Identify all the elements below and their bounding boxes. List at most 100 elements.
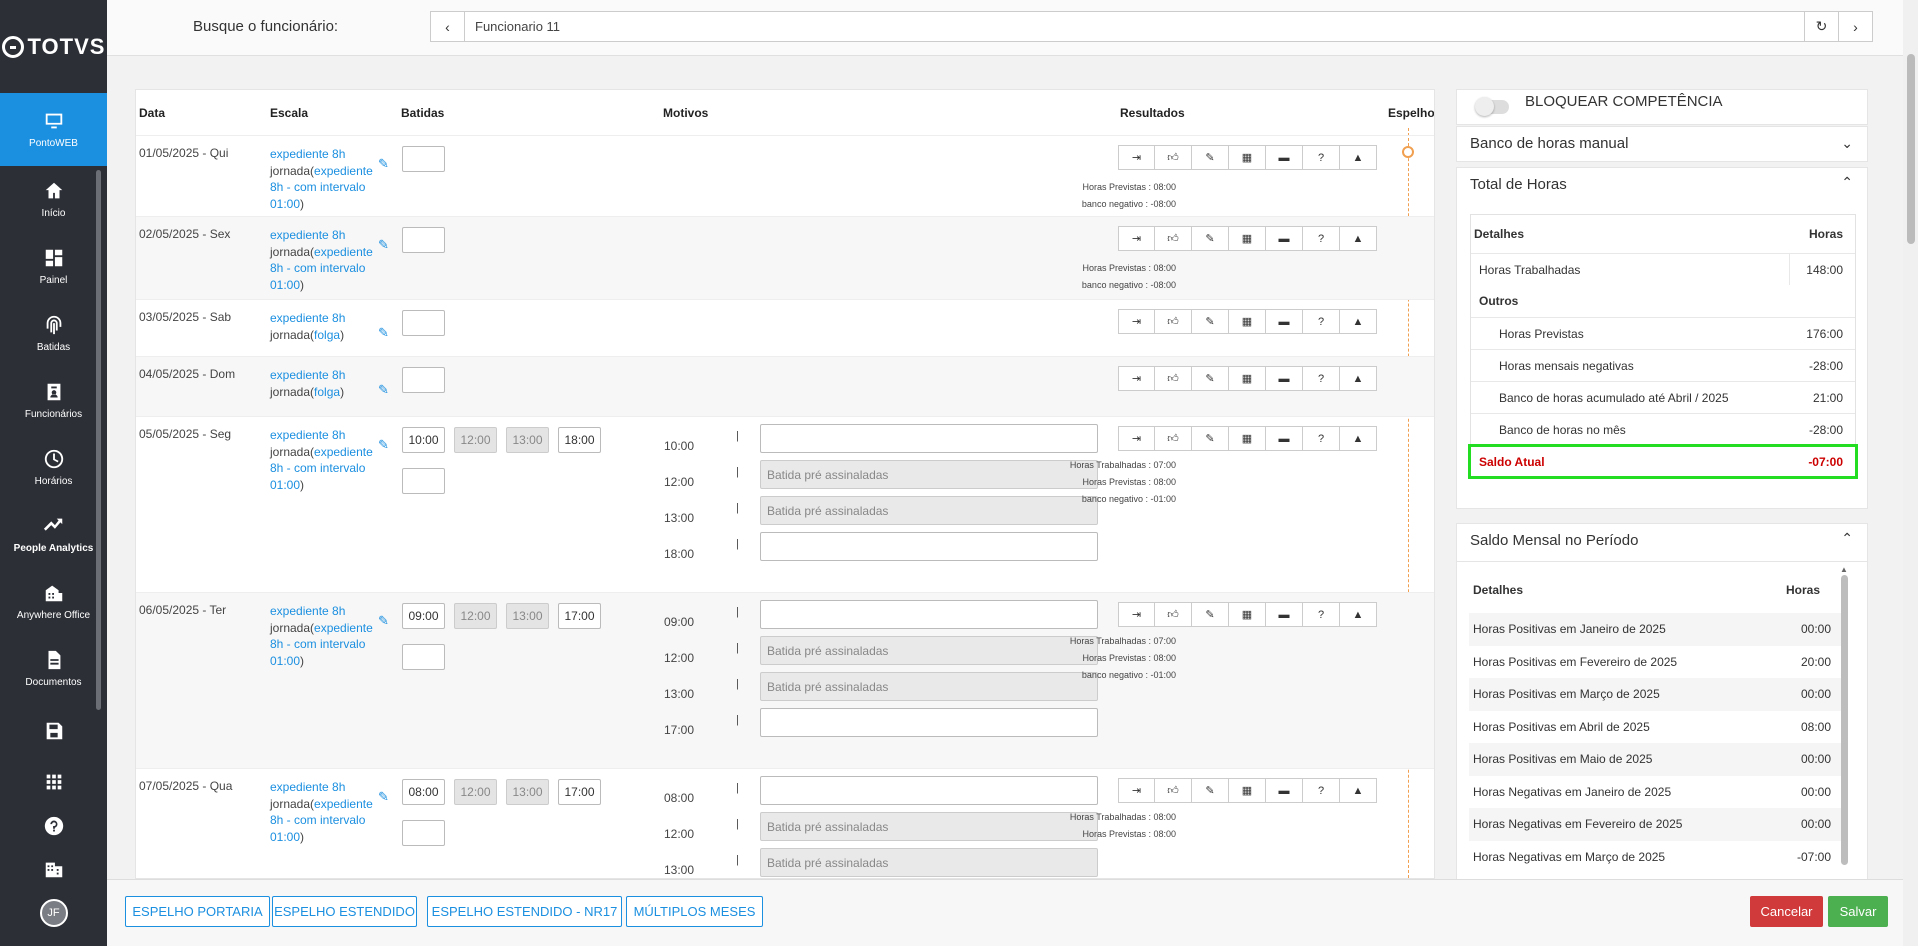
help-button[interactable] xyxy=(0,815,107,837)
bell-icon[interactable]: ▲ xyxy=(1340,145,1377,170)
escala-link[interactable]: expediente 8h xyxy=(270,604,345,618)
calendar-icon[interactable]: ▦ xyxy=(1229,778,1266,803)
edit-escala-icon[interactable]: ✎ xyxy=(378,382,389,398)
help-icon[interactable]: ? xyxy=(1303,602,1340,627)
batida-new-input[interactable] xyxy=(402,468,445,494)
escala-link[interactable]: expediente 8h xyxy=(270,368,345,382)
thumbs-up-icon[interactable]: 👍︎ xyxy=(1155,426,1192,451)
scroll-up-icon[interactable]: ▲ xyxy=(1840,565,1848,574)
bell-icon[interactable]: ▲ xyxy=(1340,309,1377,334)
sidebar-item-documentos[interactable]: Documentos xyxy=(0,635,107,702)
jornada-link-detail[interactable]: 8h - com intervalo 01:00 xyxy=(270,813,365,844)
help-icon[interactable]: ? xyxy=(1303,145,1340,170)
apps-button[interactable] xyxy=(0,771,107,793)
sidebar-item-horarios[interactable]: Horários xyxy=(0,434,107,501)
thumbs-up-icon[interactable]: 👍︎ xyxy=(1155,366,1192,391)
pencil-icon[interactable]: ✎ xyxy=(1192,778,1229,803)
espelho-nr17-button[interactable]: ESPELHO ESTENDIDO - NR17 xyxy=(427,896,622,927)
chevron-up-icon[interactable]: ⌃ xyxy=(1841,174,1853,191)
banco-manual-card[interactable]: Banco de horas manual ⌄ xyxy=(1456,126,1868,162)
page-scrollbar-thumb[interactable] xyxy=(1907,54,1915,244)
multiplos-meses-button[interactable]: MÚLTIPLOS MESES xyxy=(626,896,763,927)
pencil-icon[interactable]: ✎ xyxy=(1192,426,1229,451)
user-menu[interactable]: JF xyxy=(0,899,107,927)
motivo-input[interactable] xyxy=(760,424,1098,453)
chevron-up-icon[interactable]: ⌃ xyxy=(1841,530,1853,547)
pencil-icon[interactable]: ✎ xyxy=(1192,366,1229,391)
pencil-icon[interactable]: ✎ xyxy=(1192,145,1229,170)
jornada-link[interactable]: expediente xyxy=(314,797,373,811)
help-icon[interactable]: ? xyxy=(1303,426,1340,451)
door-icon[interactable]: ⇥ xyxy=(1118,145,1155,170)
edit-escala-icon[interactable]: ✎ xyxy=(378,325,389,341)
escala-link[interactable]: expediente 8h xyxy=(270,780,345,794)
batida-new-input[interactable] xyxy=(402,227,445,253)
bell-icon[interactable]: ▲ xyxy=(1340,426,1377,451)
bell-icon[interactable]: ▲ xyxy=(1340,602,1377,627)
jornada-link-detail[interactable]: 8h - com intervalo 01:00 xyxy=(270,461,365,492)
bell-icon[interactable]: ▲ xyxy=(1340,366,1377,391)
jornada-link-detail[interactable]: 8h - com intervalo 01:00 xyxy=(270,637,365,668)
door-icon[interactable]: ⇥ xyxy=(1118,778,1155,803)
batida-new-input[interactable] xyxy=(402,367,445,393)
sidebar-item-funcionarios[interactable]: Funcionários xyxy=(0,367,107,434)
sidebar-item-anywhere-office[interactable]: Anywhere Office xyxy=(0,568,107,635)
sidebar-scrollbar[interactable] xyxy=(96,170,101,710)
sidebar-item-batidas[interactable]: Batidas xyxy=(0,300,107,367)
escala-link[interactable]: expediente 8h xyxy=(270,228,345,242)
chevron-down-icon[interactable]: ⌄ xyxy=(1841,135,1853,152)
saldo-scrollbar[interactable] xyxy=(1841,575,1848,865)
jornada-link[interactable]: expediente xyxy=(314,621,373,635)
jornada-link[interactable]: expediente xyxy=(314,445,373,459)
comment-icon[interactable]: ▬ xyxy=(1266,778,1303,803)
comment-icon[interactable]: ▬ xyxy=(1266,426,1303,451)
avatar[interactable]: JF xyxy=(39,899,68,927)
escala-link[interactable]: expediente 8h xyxy=(270,311,345,325)
saldo-scrollbar-thumb[interactable] xyxy=(1841,575,1848,865)
edit-escala-icon[interactable]: ✎ xyxy=(378,613,389,629)
calendar-icon[interactable]: ▦ xyxy=(1229,602,1266,627)
totvs-logo[interactable]: TOTVS xyxy=(0,0,107,93)
door-icon[interactable]: ⇥ xyxy=(1118,426,1155,451)
batida-saida[interactable]: 17:00 xyxy=(558,603,601,629)
jornada-link[interactable]: expediente xyxy=(314,245,373,259)
save-button[interactable]: Salvar xyxy=(1828,896,1888,927)
door-icon[interactable]: ⇥ xyxy=(1118,226,1155,251)
espelho-portaria-button[interactable]: ESPELHO PORTARIA xyxy=(125,896,270,927)
help-icon[interactable]: ? xyxy=(1303,778,1340,803)
comment-icon[interactable]: ▬ xyxy=(1266,145,1303,170)
calendar-icon[interactable]: ▦ xyxy=(1229,226,1266,251)
sidebar-item-pontoweb[interactable]: PontoWEB xyxy=(0,93,107,166)
thumbs-up-icon[interactable]: 👍︎ xyxy=(1155,778,1192,803)
edit-escala-icon[interactable]: ✎ xyxy=(378,156,389,172)
batida-new-input[interactable] xyxy=(402,310,445,336)
bell-icon[interactable]: ▲ xyxy=(1340,226,1377,251)
door-icon[interactable]: ⇥ xyxy=(1118,366,1155,391)
jornada-link-detail[interactable]: 8h - com intervalo 01:00 xyxy=(270,180,365,211)
escala-link[interactable]: expediente 8h xyxy=(270,428,345,442)
escala-link[interactable]: expediente 8h xyxy=(270,147,345,161)
batida-saida[interactable]: 18:00 xyxy=(558,427,601,453)
pencil-icon[interactable]: ✎ xyxy=(1192,602,1229,627)
motivo-input[interactable] xyxy=(760,532,1098,561)
pencil-icon[interactable]: ✎ xyxy=(1192,309,1229,334)
previous-employee-button[interactable]: ‹ xyxy=(431,12,465,41)
comment-icon[interactable]: ▬ xyxy=(1266,226,1303,251)
jornada-link-detail[interactable]: 8h - com intervalo 01:00 xyxy=(270,261,365,292)
espelho-estendido-button[interactable]: ESPELHO ESTENDIDO xyxy=(272,896,417,927)
calendar-icon[interactable]: ▦ xyxy=(1229,426,1266,451)
calendar-icon[interactable]: ▦ xyxy=(1229,366,1266,391)
jornada-link[interactable]: expediente xyxy=(314,164,373,178)
pencil-icon[interactable]: ✎ xyxy=(1192,226,1229,251)
batida-entrada[interactable]: 09:00 xyxy=(402,603,445,629)
company-button[interactable] xyxy=(0,858,107,880)
comment-icon[interactable]: ▬ xyxy=(1266,602,1303,627)
motivo-input[interactable] xyxy=(760,776,1098,805)
cancel-button[interactable]: Cancelar xyxy=(1750,896,1823,927)
edit-escala-icon[interactable]: ✎ xyxy=(378,237,389,253)
thumbs-up-icon[interactable]: 👍︎ xyxy=(1155,226,1192,251)
next-employee-button[interactable]: › xyxy=(1838,12,1872,41)
batida-new-input[interactable] xyxy=(402,146,445,172)
door-icon[interactable]: ⇥ xyxy=(1118,602,1155,627)
batida-entrada[interactable]: 10:00 xyxy=(402,427,445,453)
